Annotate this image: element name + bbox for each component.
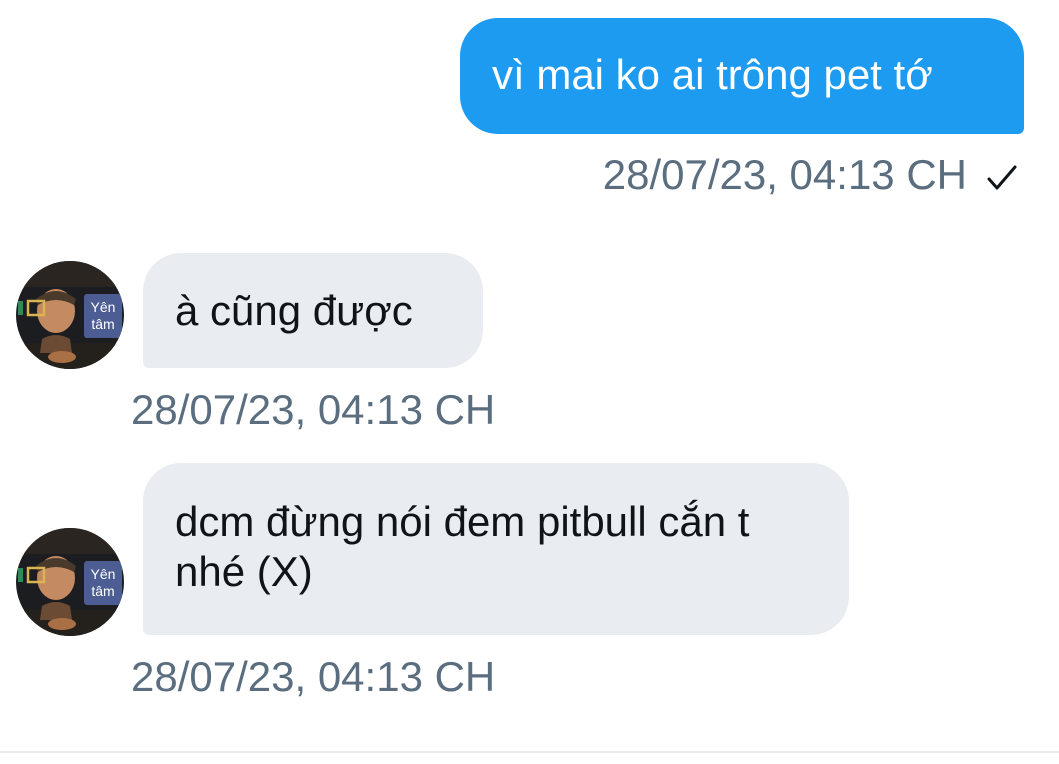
avatar[interactable]: Yên tâm <box>16 261 124 369</box>
avatar[interactable]: Yên tâm <box>16 528 124 636</box>
outgoing-message-bubble[interactable]: vì mai ko ai trông pet tớ <box>460 18 1024 134</box>
incoming-message-bubble[interactable]: à cũng được <box>143 253 483 368</box>
message-timestamp: 28/07/23, 04:13 CH <box>131 653 496 700</box>
message-text: dcm đừng nói đem pitbull cắn t nhé (X) <box>175 498 750 595</box>
message-text: vì mai ko ai trông pet tớ <box>492 51 933 98</box>
divider <box>0 751 1059 753</box>
message-text: à cũng được <box>175 287 413 334</box>
avatar-badge: Yên tâm <box>84 561 122 605</box>
checkmark-icon <box>984 150 1020 200</box>
message-timestamp: 28/07/23, 04:13 CH <box>131 386 496 433</box>
message-timestamp: 28/07/23, 04:13 CH <box>602 151 967 198</box>
incoming-message-bubble[interactable]: dcm đừng nói đem pitbull cắn t nhé (X) <box>143 463 849 635</box>
avatar-badge: Yên tâm <box>84 294 122 338</box>
